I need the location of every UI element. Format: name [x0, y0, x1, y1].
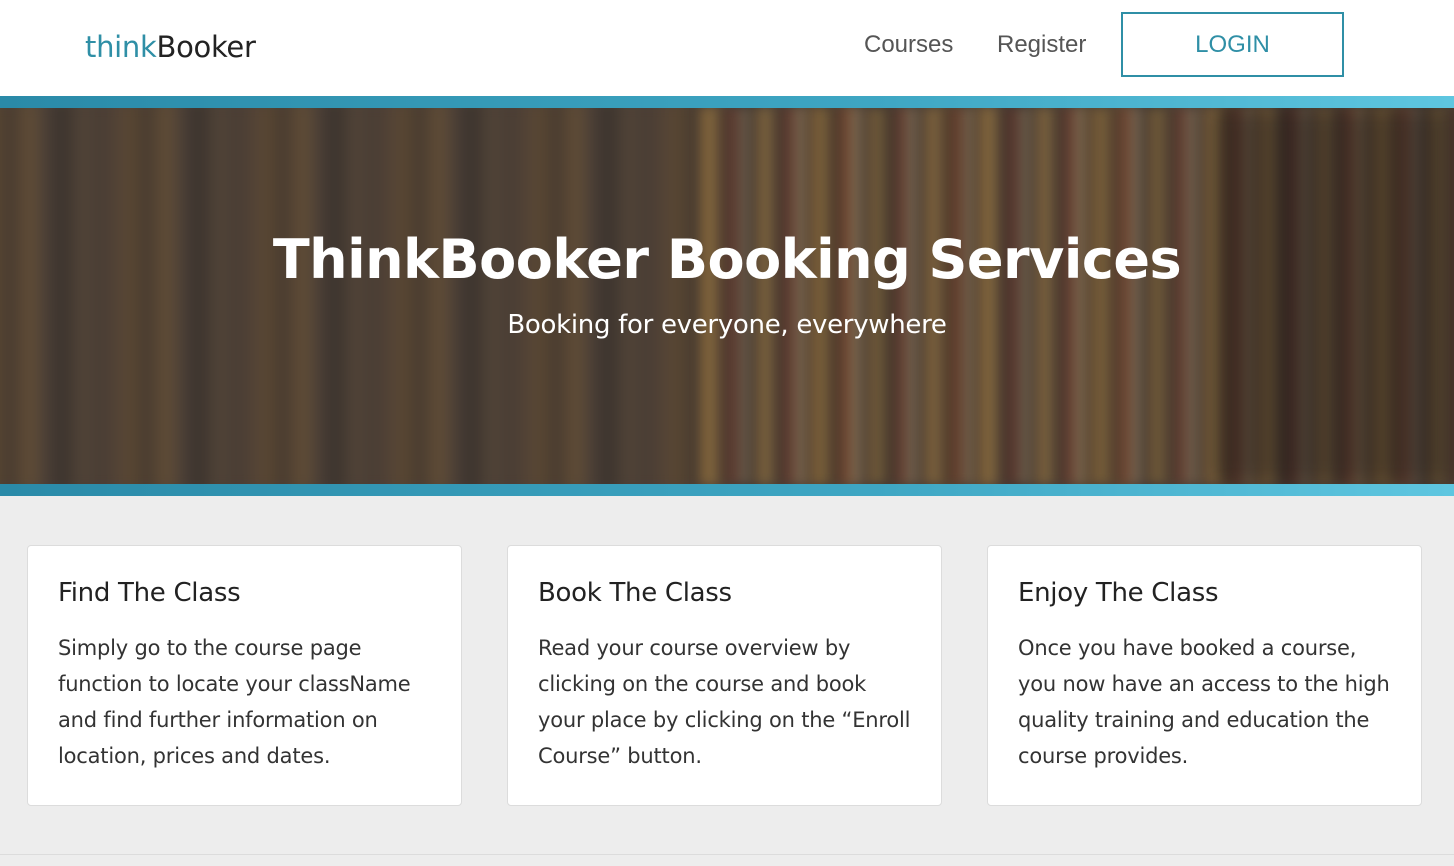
brand-think-text: think: [85, 30, 157, 64]
hero-title: ThinkBooker Booking Services: [272, 228, 1182, 291]
hero-bottom-accent-bar: [0, 484, 1454, 496]
login-button[interactable]: LOGIN: [1121, 12, 1344, 77]
card-title: Find The Class: [58, 578, 241, 608]
hero-shadow-overlay: [1214, 108, 1454, 484]
card-title: Enjoy The Class: [1018, 578, 1219, 608]
top-navbar: thinkBooker Courses Register LOGIN: [0, 0, 1454, 96]
section-divider: [0, 854, 1454, 855]
hero-subtitle: Booking for everyone, everywhere: [507, 310, 947, 340]
card-text: Read your course overview by clicking on…: [538, 636, 911, 768]
card-title: Book The Class: [538, 578, 732, 608]
nav-link-register[interactable]: Register: [997, 31, 1086, 59]
card-text: Simply go to the course page function to…: [58, 636, 411, 768]
hero-top-accent-bar: [0, 96, 1454, 108]
feature-card-book: Book The Class Read your course overview…: [507, 545, 942, 806]
hero-banner: ThinkBooker Booking Services Booking for…: [0, 108, 1454, 484]
nav-link-courses[interactable]: Courses: [864, 31, 953, 59]
card-text: Once you have booked a course, you now h…: [1018, 636, 1390, 768]
brand-logo[interactable]: thinkBooker: [85, 30, 256, 64]
feature-card-enjoy: Enjoy The Class Once you have booked a c…: [987, 545, 1422, 806]
brand-booker-text: Booker: [156, 30, 256, 64]
feature-card-find: Find The Class Simply go to the course p…: [27, 545, 462, 806]
feature-cards-section: Find The Class Simply go to the course p…: [0, 496, 1454, 866]
